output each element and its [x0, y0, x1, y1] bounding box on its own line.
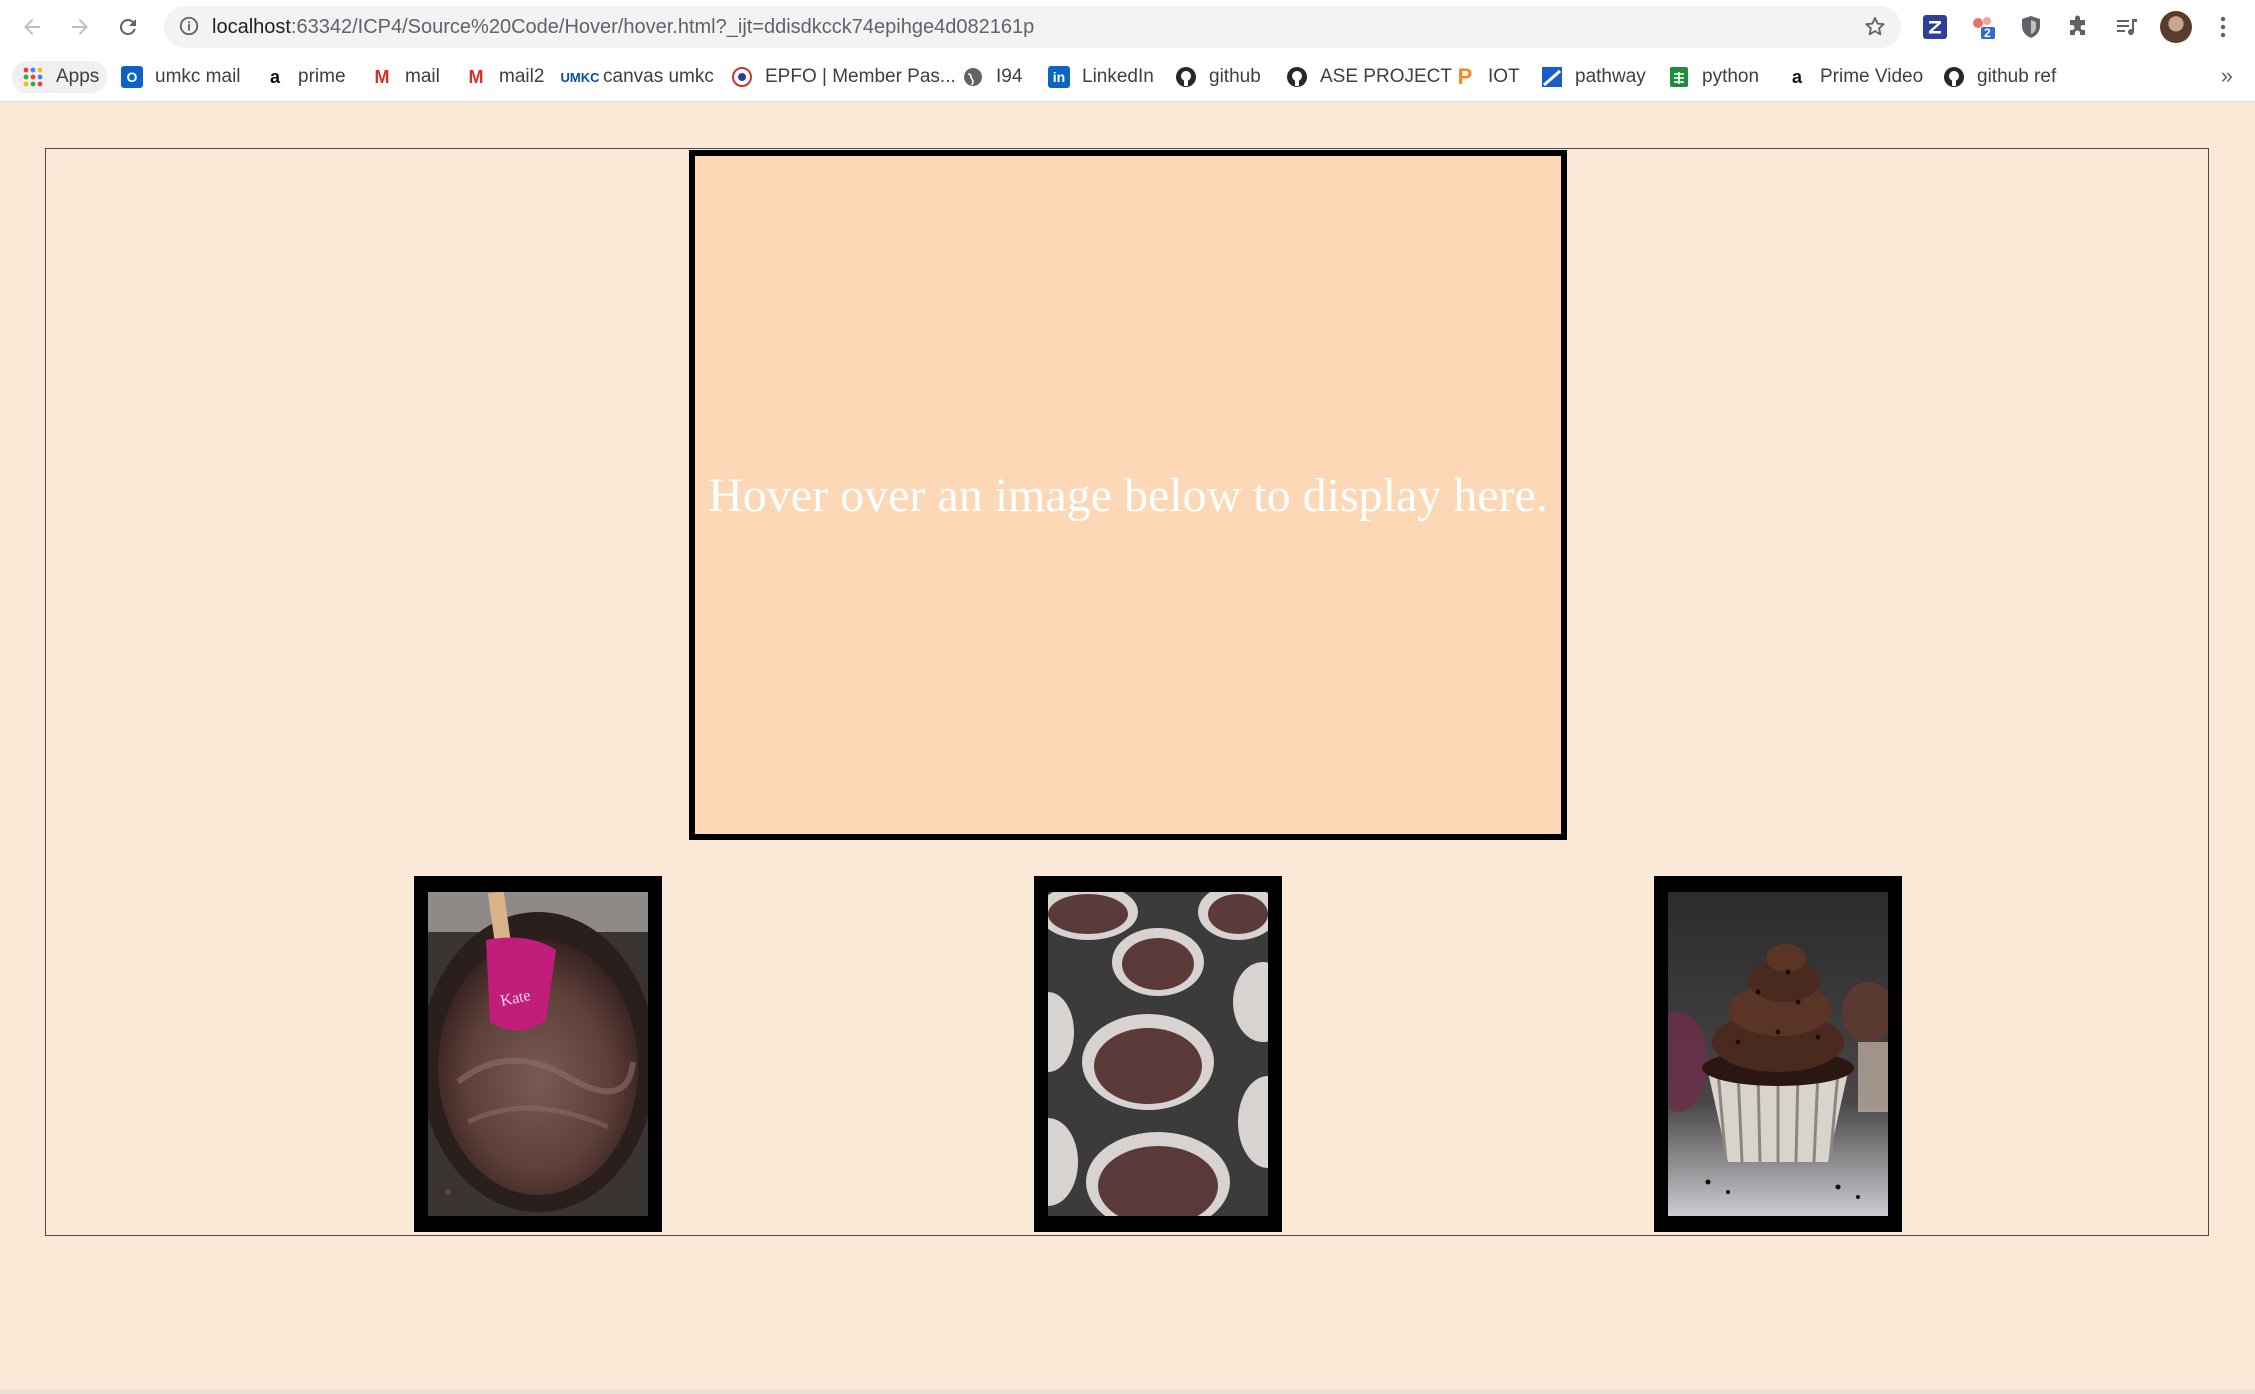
- amazon-icon: a: [269, 66, 280, 87]
- puzzle-piece-icon: [2070, 15, 2085, 35]
- cupcake-liners-image: [1048, 892, 1268, 1216]
- bookmark-label: LinkedIn: [1082, 66, 1154, 87]
- image-display-area: Hover over an image below to display her…: [689, 150, 1567, 840]
- bookmark-label: mail2: [499, 66, 545, 87]
- browser-menu-button[interactable]: [2208, 12, 2238, 42]
- bookmark-label: canvas umkc: [603, 66, 714, 87]
- bookmark-label: prime: [298, 66, 346, 87]
- gmail-icon: M: [468, 66, 484, 87]
- amazon-icon: a: [1791, 66, 1802, 87]
- playlist-music-icon: [2117, 19, 2137, 36]
- bookmark-label: Apps: [56, 66, 100, 87]
- shield-icon: [2022, 16, 2040, 38]
- back-button[interactable]: [17, 12, 47, 42]
- display-message: Hover over an image below to display her…: [708, 468, 1548, 522]
- pinned-extension-button[interactable]: 2: [1968, 12, 1998, 42]
- bookmark-label: Prime Video: [1820, 66, 1924, 87]
- github-icon: [1175, 66, 1197, 88]
- gmail-icon: M: [374, 66, 390, 87]
- bookmark-mail[interactable]: M mail: [371, 61, 440, 93]
- forward-arrow-icon: [72, 19, 88, 35]
- thumbnail-batter-bowl[interactable]: Kate: [414, 876, 662, 1232]
- bookmark-pathway[interactable]: pathway: [1541, 61, 1646, 93]
- bookmark-label: pathway: [1575, 66, 1646, 87]
- bookmark-prime[interactable]: a prime: [264, 61, 346, 93]
- bookmark-github-ref[interactable]: github ref: [1943, 61, 2056, 93]
- bookmark-ase-project[interactable]: ASE PROJECT: [1286, 61, 1452, 93]
- forward-button[interactable]: [65, 12, 95, 42]
- linkedin-icon: in: [1048, 66, 1070, 88]
- bookmark-label: mail: [405, 66, 440, 87]
- umkc-icon: UMKC: [560, 69, 600, 85]
- globe-icon: [962, 66, 984, 88]
- bookmark-star-icon[interactable]: [1863, 15, 1887, 39]
- bookmark-canvas-umkc[interactable]: UMKC canvas umkc: [560, 61, 714, 93]
- bookmark-linkedin[interactable]: in LinkedIn: [1048, 61, 1154, 93]
- bookmark-prime-video[interactable]: a Prime Video: [1786, 61, 1923, 93]
- bookmark-umkc-mail[interactable]: O umkc mail: [121, 61, 241, 93]
- browser-toolbar: localhost:63342/ICP4/Source%20Code/Hover…: [0, 0, 2255, 53]
- zoom-extension-button[interactable]: [1920, 12, 1950, 42]
- bookmark-label: github: [1209, 66, 1261, 87]
- epfo-icon: [731, 66, 753, 88]
- batter-bowl-image: Kate: [428, 892, 648, 1216]
- shield-extension-button[interactable]: [2016, 12, 2046, 42]
- bookmark-label: python: [1702, 66, 1760, 87]
- bookmark-label: IOT: [1488, 66, 1520, 87]
- bookmarks-overflow-button[interactable]: »: [2221, 63, 2233, 89]
- bookmark-epfo[interactable]: EPFO | Member Pas...: [731, 61, 956, 93]
- thumbnail-frosted-cupcake[interactable]: [1654, 876, 1902, 1232]
- bookmark-i94[interactable]: I94: [962, 61, 1022, 93]
- outlook-icon: O: [121, 66, 143, 88]
- kebab-menu-icon: [2220, 16, 2226, 38]
- url-text[interactable]: localhost:63342/ICP4/Source%20Code/Hover…: [212, 6, 1034, 48]
- reload-button[interactable]: [113, 12, 143, 42]
- url-host: localhost: [212, 16, 291, 38]
- extensions-menu-button[interactable]: [2064, 12, 2094, 42]
- bookmarks-bar: Apps O umkc mail a prime M mail M mail2 …: [0, 53, 2255, 102]
- apps-grid-icon: [22, 66, 44, 88]
- bookmark-label: github ref: [1977, 66, 2057, 87]
- reload-icon: [119, 18, 136, 35]
- extension-badge-icon: [1973, 17, 1995, 39]
- bookmark-apps[interactable]: Apps: [12, 61, 108, 93]
- bookmark-mail2[interactable]: M mail2: [465, 61, 545, 93]
- sheets-icon: [1668, 66, 1690, 88]
- bookmark-github[interactable]: github: [1175, 61, 1261, 93]
- p-icon: P: [1457, 64, 1473, 89]
- back-arrow-icon: [24, 19, 40, 35]
- github-icon: [1943, 66, 1965, 88]
- bookmark-iot[interactable]: P IOT: [1454, 61, 1520, 93]
- profile-avatar[interactable]: [2160, 11, 2192, 43]
- site-info-icon[interactable]: [178, 15, 200, 37]
- bookmark-label: I94: [996, 66, 1023, 87]
- page-bottom-edge: [0, 1390, 2255, 1394]
- thumbnail-cupcake-liners[interactable]: [1034, 876, 1282, 1232]
- frosted-cupcake-image: [1668, 892, 1888, 1216]
- bookmark-label: ASE PROJECT: [1320, 66, 1452, 87]
- bookmark-python[interactable]: python: [1668, 61, 1759, 93]
- url-path: :63342/ICP4/Source%20Code/Hover/hover.ht…: [290, 16, 1035, 38]
- bookmark-label: umkc mail: [155, 66, 241, 87]
- media-control-button[interactable]: [2112, 12, 2142, 42]
- zoom-z-icon: [1923, 15, 1947, 39]
- pathway-icon: [1541, 66, 1563, 88]
- github-icon: [1286, 66, 1308, 88]
- address-bar[interactable]: localhost:63342/ICP4/Source%20Code/Hover…: [164, 6, 1901, 48]
- extension-badge-count: 2: [1984, 26, 1991, 40]
- bookmark-label: EPFO | Member Pas...: [765, 66, 956, 87]
